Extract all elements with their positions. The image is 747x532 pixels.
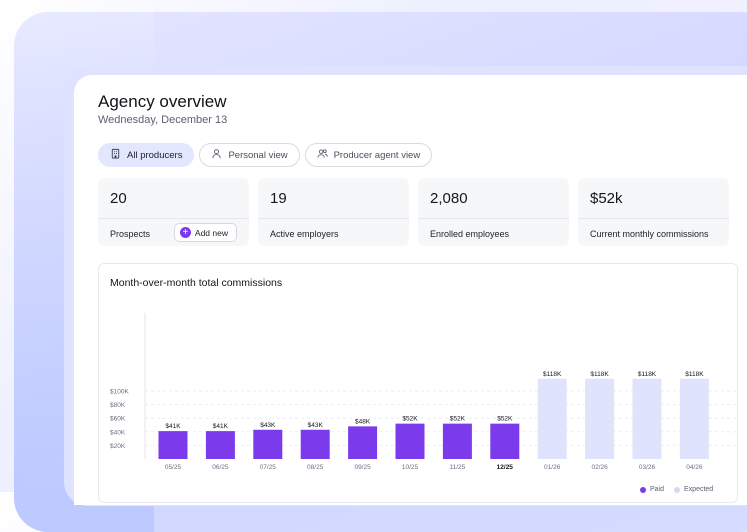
stat-value: $52k: [590, 190, 623, 207]
bar: [253, 429, 283, 459]
bar: [300, 429, 330, 459]
stat-label: Prospects: [110, 229, 151, 239]
page-date: Wednesday, December 13: [98, 114, 228, 126]
y-tick-label: $100K: [110, 389, 129, 396]
bar-value-label: $52K: [450, 416, 466, 423]
bar-value-label: $52K: [402, 416, 418, 423]
divider: [98, 218, 249, 219]
stat-label: Enrolled employees: [430, 229, 510, 239]
bar-value-label: $41K: [213, 423, 229, 430]
tab-label: All producers: [127, 149, 183, 161]
bar: [490, 423, 520, 459]
x-tick-label: 05/25: [165, 464, 182, 471]
x-tick-label: 12/25: [497, 464, 514, 471]
view-tabs: All producers Personal view Producer age…: [98, 143, 433, 167]
y-tick-label: $20K: [110, 443, 126, 450]
building-icon: [110, 148, 121, 162]
bar: [158, 431, 188, 459]
stat-value: 20: [110, 190, 127, 207]
bar: [205, 431, 235, 459]
bar-value-label: $41K: [165, 423, 181, 430]
stat-card-active-employers: 19 Active employers: [258, 178, 409, 246]
bar: [679, 378, 709, 459]
tab-label: Producer agent view: [333, 149, 421, 161]
add-new-button[interactable]: + Add new: [173, 223, 237, 242]
bar: [537, 378, 567, 459]
stat-label: Active employers: [270, 229, 339, 239]
x-tick-label: 06/25: [212, 464, 229, 471]
person-icon: [211, 148, 222, 162]
x-tick-label: 03/26: [639, 464, 656, 471]
y-tick-label: $40K: [110, 429, 126, 436]
x-tick-label: 02/26: [591, 464, 608, 471]
bar: [632, 378, 662, 459]
bar: [442, 423, 472, 459]
x-tick-label: 04/26: [686, 464, 703, 471]
y-tick-label: $60K: [110, 416, 126, 423]
x-tick-label: 01/26: [544, 464, 561, 471]
bar-value-label: $52K: [497, 416, 513, 423]
commissions-bar-chart: $100K $80K $60K $40K $20K $41K 05/25 $41K 06/25 $…: [110, 313, 738, 471]
tab-producer-agent-view[interactable]: Producer agent view: [304, 143, 433, 167]
x-tick-label: 11/25: [450, 464, 466, 471]
divider: [258, 218, 409, 219]
stat-card-enrolled-employees: 2,080 Enrolled employees: [418, 178, 569, 246]
bar-value-label: $43K: [260, 422, 276, 429]
x-tick-label: 09/25: [354, 464, 371, 471]
bar-value-label: $118K: [685, 371, 704, 378]
tab-all-producers[interactable]: All producers: [98, 143, 195, 167]
y-tick-label: $80K: [110, 402, 126, 409]
stats-cards: 20 Prospects + Add new 19 Active employe…: [98, 178, 729, 246]
bar: [585, 378, 615, 459]
x-tick-label: 08/25: [307, 464, 324, 471]
people-icon: [317, 148, 328, 162]
bar-value-label: $43K: [308, 422, 324, 429]
divider: [418, 218, 569, 219]
stat-card-prospects: 20 Prospects + Add new: [98, 178, 249, 246]
plus-icon: +: [179, 227, 191, 238]
stat-value: 2,080: [430, 190, 468, 207]
bar-value-label: $118K: [638, 371, 657, 378]
divider: [578, 218, 729, 219]
stat-value: 19: [270, 190, 287, 207]
bar-value-label: $118K: [590, 371, 609, 378]
bar: [348, 426, 378, 459]
bar-value-label: $118K: [543, 371, 562, 378]
tab-personal-view[interactable]: Personal view: [199, 143, 300, 167]
add-new-label: Add new: [194, 227, 228, 238]
x-tick-label: 07/25: [260, 464, 277, 471]
stat-card-monthly-commissions: $52k Current monthly commissions: [578, 178, 729, 246]
tab-label: Personal view: [228, 149, 288, 161]
bar: [395, 423, 425, 459]
bar-value-label: $48K: [355, 418, 371, 425]
page-title: Agency overview: [98, 92, 227, 111]
stat-label: Current monthly commissions: [590, 229, 709, 239]
x-tick-label: 10/25: [402, 464, 419, 471]
